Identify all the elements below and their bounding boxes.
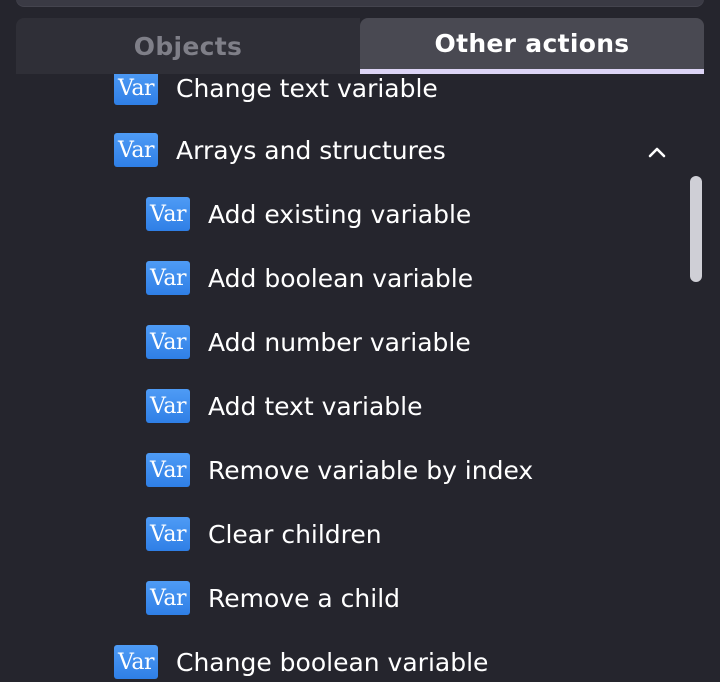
- list-item-add-existing-variable[interactable]: Var Add existing variable: [146, 194, 471, 234]
- list-item-add-number-variable[interactable]: Var Add number variable: [146, 322, 471, 362]
- list-item-change-boolean-variable[interactable]: Var Change boolean variable: [114, 642, 488, 682]
- list-item-label: Clear children: [208, 519, 382, 549]
- variable-icon: Var: [146, 389, 190, 423]
- group-label: Arrays and structures: [176, 135, 446, 165]
- chevron-up-icon[interactable]: [646, 141, 668, 163]
- variable-icon: Var: [114, 645, 158, 679]
- list-item-label: Add existing variable: [208, 199, 472, 229]
- variable-icon: Var: [146, 261, 190, 295]
- list-item-clear-children[interactable]: Var Clear children: [146, 514, 382, 554]
- list-item-remove-a-child[interactable]: Var Remove a child: [146, 578, 400, 618]
- variable-icon: Var: [114, 74, 158, 105]
- tab-objects[interactable]: Objects: [16, 18, 360, 74]
- list-item-label: Change boolean variable: [176, 647, 489, 677]
- list-item-label: Remove variable by index: [208, 455, 534, 485]
- list-item-label: Add boolean variable: [208, 263, 474, 293]
- scrollbar-thumb[interactable]: [690, 176, 702, 282]
- tab-bar: Objects Other actions: [16, 18, 704, 74]
- list-item-add-boolean-variable[interactable]: Var Add boolean variable: [146, 258, 473, 298]
- list-item-label: Change text variable: [176, 74, 438, 103]
- list-item-remove-variable-by-index[interactable]: Var Remove variable by index: [146, 450, 533, 490]
- variable-icon: Var: [146, 517, 190, 551]
- group-arrays-and-structures[interactable]: Var Arrays and structures: [114, 130, 446, 170]
- actions-list: Var Change text variable Var Arrays and …: [0, 74, 720, 682]
- actions-panel: Objects Other actions Var Change text va…: [0, 0, 720, 682]
- variable-icon: Var: [114, 133, 158, 167]
- list-item-label: Remove a child: [208, 583, 401, 613]
- list-item-change-text-variable[interactable]: Var Change text variable: [114, 74, 438, 108]
- tab-other-actions[interactable]: Other actions: [360, 18, 704, 74]
- variable-icon: Var: [146, 197, 190, 231]
- list-item-label: Add number variable: [208, 327, 471, 357]
- variable-icon: Var: [146, 325, 190, 359]
- search-bar[interactable]: [16, 0, 704, 6]
- variable-icon: Var: [146, 453, 190, 487]
- variable-icon: Var: [146, 581, 190, 615]
- list-item-add-text-variable[interactable]: Var Add text variable: [146, 386, 423, 426]
- list-item-label: Add text variable: [208, 391, 423, 421]
